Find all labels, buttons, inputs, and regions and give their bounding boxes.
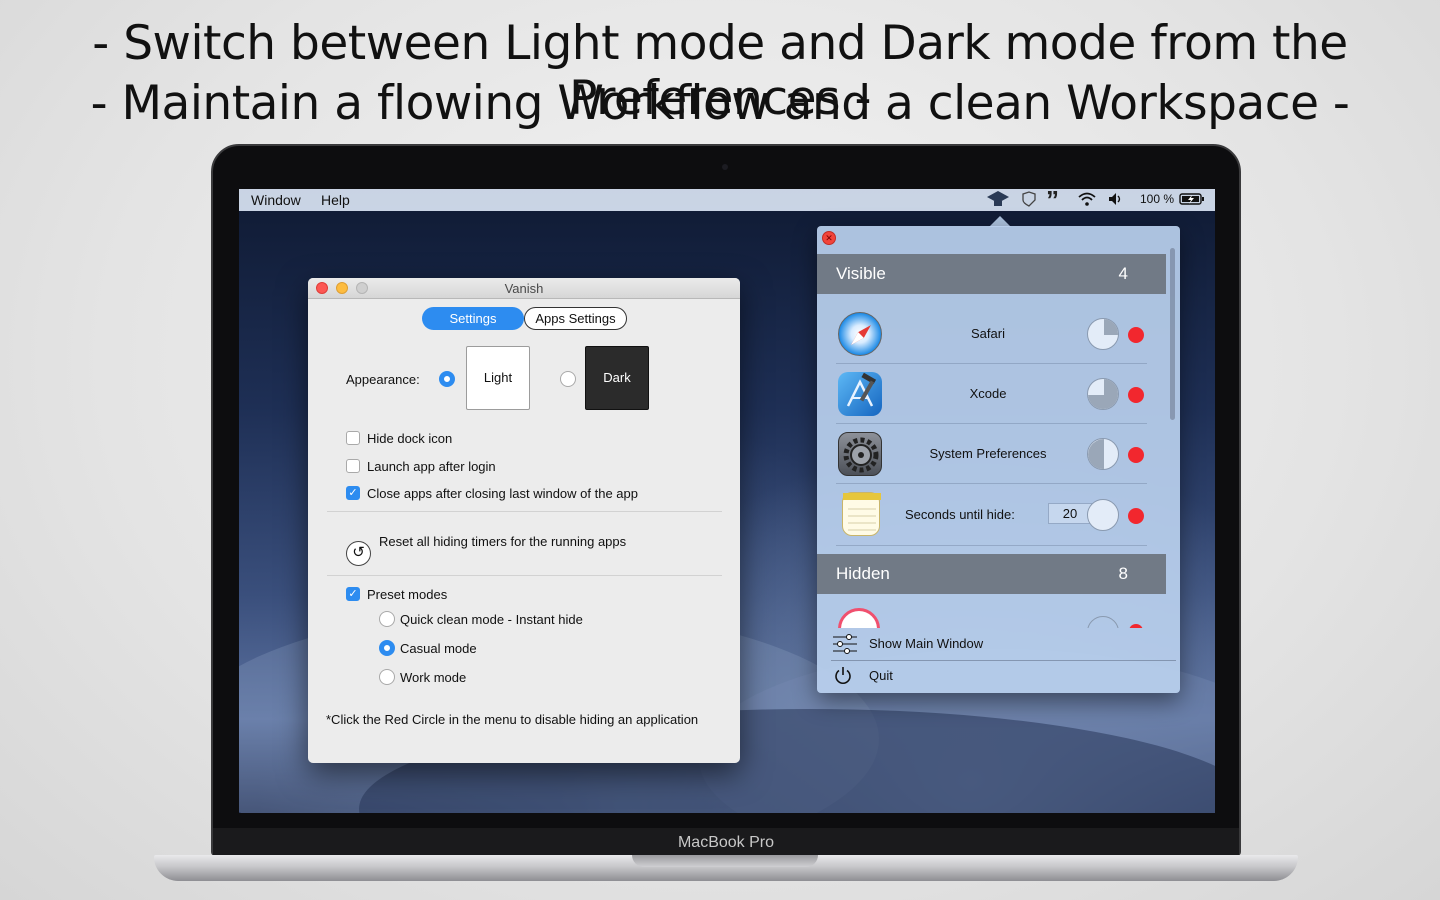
divider xyxy=(327,511,722,512)
close-apps-checkbox[interactable]: ✓ xyxy=(346,486,360,500)
preset-modes-label: Preset modes xyxy=(367,587,448,602)
divider xyxy=(327,575,722,576)
menu-window[interactable]: Window xyxy=(251,192,301,208)
quote-icon[interactable]: ” xyxy=(1046,189,1059,216)
appearance-label: Appearance: xyxy=(346,372,420,387)
casual-mode-radio[interactable] xyxy=(379,640,395,656)
battery-percent: 100 % xyxy=(1140,192,1175,206)
visible-label: Visible xyxy=(836,264,886,283)
security-icon[interactable] xyxy=(1021,191,1037,210)
app-row-system-preferences[interactable]: System Preferences xyxy=(836,424,1147,484)
window-titlebar[interactable]: Vanish xyxy=(308,278,740,299)
window-title: Vanish xyxy=(504,281,544,296)
work-mode-label: Work mode xyxy=(400,670,467,685)
notes-icon xyxy=(842,492,881,536)
visible-count: 4 xyxy=(1118,264,1128,283)
footnote: *Click the Red Circle in the menu to dis… xyxy=(326,712,699,727)
camera-icon xyxy=(722,164,728,170)
reset-timers-label: Reset all hiding timers for the running … xyxy=(379,534,627,549)
power-icon xyxy=(833,666,853,691)
itunes-icon xyxy=(838,608,882,628)
hide-timer-indicator xyxy=(1087,499,1119,531)
hide-timer-indicator xyxy=(1087,438,1119,470)
tab-apps-settings[interactable]: Apps Settings xyxy=(524,307,627,330)
visible-section-header: Visible 4 xyxy=(817,254,1166,294)
screen: Window Help ” 100 % Vanish Settings Apps… xyxy=(239,189,1215,813)
menu-bar: Window Help ” 100 % xyxy=(239,189,1215,215)
minimize-window-button[interactable] xyxy=(336,282,348,294)
tab-settings[interactable]: Settings xyxy=(422,307,524,330)
close-panel-button[interactable]: ✕ xyxy=(822,231,836,245)
seconds-until-hide-label: Seconds until hide: xyxy=(905,507,1015,522)
work-mode-radio[interactable] xyxy=(379,669,395,685)
hide-timer-indicator xyxy=(1087,378,1119,410)
app-row-notes[interactable]: Seconds until hide: 20 xyxy=(836,484,1147,546)
launch-after-login-checkbox[interactable] xyxy=(346,459,360,473)
seconds-until-hide-field[interactable]: 20 xyxy=(1048,503,1092,524)
hide-timer-indicator xyxy=(1087,616,1119,628)
scrollbar[interactable] xyxy=(1170,248,1175,420)
appearance-light-tile[interactable]: Light xyxy=(466,346,530,410)
casual-mode-label: Casual mode xyxy=(400,641,477,656)
hidden-count: 8 xyxy=(1118,564,1128,583)
quit-label: Quit xyxy=(869,668,893,683)
laptop-notch xyxy=(632,855,818,867)
show-main-window-label: Show Main Window xyxy=(869,636,984,651)
reset-timers-button[interactable]: ↺ xyxy=(346,541,371,566)
close-window-button[interactable] xyxy=(316,282,328,294)
preset-modes-checkbox[interactable]: ✓ xyxy=(346,587,360,601)
hide-dock-icon-label: Hide dock icon xyxy=(367,431,453,446)
hide-dock-icon-checkbox[interactable] xyxy=(346,431,360,445)
zoom-window-button[interactable] xyxy=(356,282,368,294)
volume-icon[interactable] xyxy=(1107,191,1125,210)
disable-hiding-button[interactable] xyxy=(1128,447,1144,463)
headline-line-2: - Maintain a flowing Workflow and a clea… xyxy=(90,76,1350,131)
wifi-icon[interactable] xyxy=(1077,191,1097,210)
appearance-dark-radio[interactable] xyxy=(560,371,576,387)
disable-hiding-button[interactable] xyxy=(1128,387,1144,403)
appearance-dark-tile[interactable]: Dark xyxy=(585,346,649,410)
disable-hiding-button[interactable] xyxy=(1128,508,1144,524)
show-main-window-item[interactable]: Show Main Window xyxy=(831,628,1171,658)
vanish-menu-panel: ✕ Visible 4 Safari Xcode System Preferen… xyxy=(817,226,1180,693)
quick-clean-mode-label: Quick clean mode - Instant hide xyxy=(400,612,583,627)
battery-icon[interactable] xyxy=(1179,191,1205,210)
quick-clean-mode-radio[interactable] xyxy=(379,611,395,627)
vanish-icon[interactable] xyxy=(986,189,1010,210)
launch-after-login-label: Launch app after login xyxy=(367,459,496,474)
disable-hiding-button[interactable] xyxy=(1128,327,1144,343)
app-row-safari[interactable]: Safari xyxy=(836,304,1147,364)
quit-item[interactable]: Quit xyxy=(831,660,1171,690)
hidden-section-header: Hidden 8 xyxy=(817,554,1166,594)
device-label: MacBook Pro xyxy=(213,828,1239,856)
appearance-light-radio[interactable] xyxy=(439,371,455,387)
sliders-icon xyxy=(833,634,857,659)
app-row-xcode[interactable]: Xcode xyxy=(836,364,1147,424)
vanish-preferences-window: Vanish Settings Apps Settings Appearance… xyxy=(308,278,740,763)
close-apps-label: Close apps after closing last window of … xyxy=(367,486,638,501)
hide-timer-indicator xyxy=(1087,318,1119,350)
hidden-label: Hidden xyxy=(836,564,890,583)
menu-help[interactable]: Help xyxy=(321,192,350,208)
